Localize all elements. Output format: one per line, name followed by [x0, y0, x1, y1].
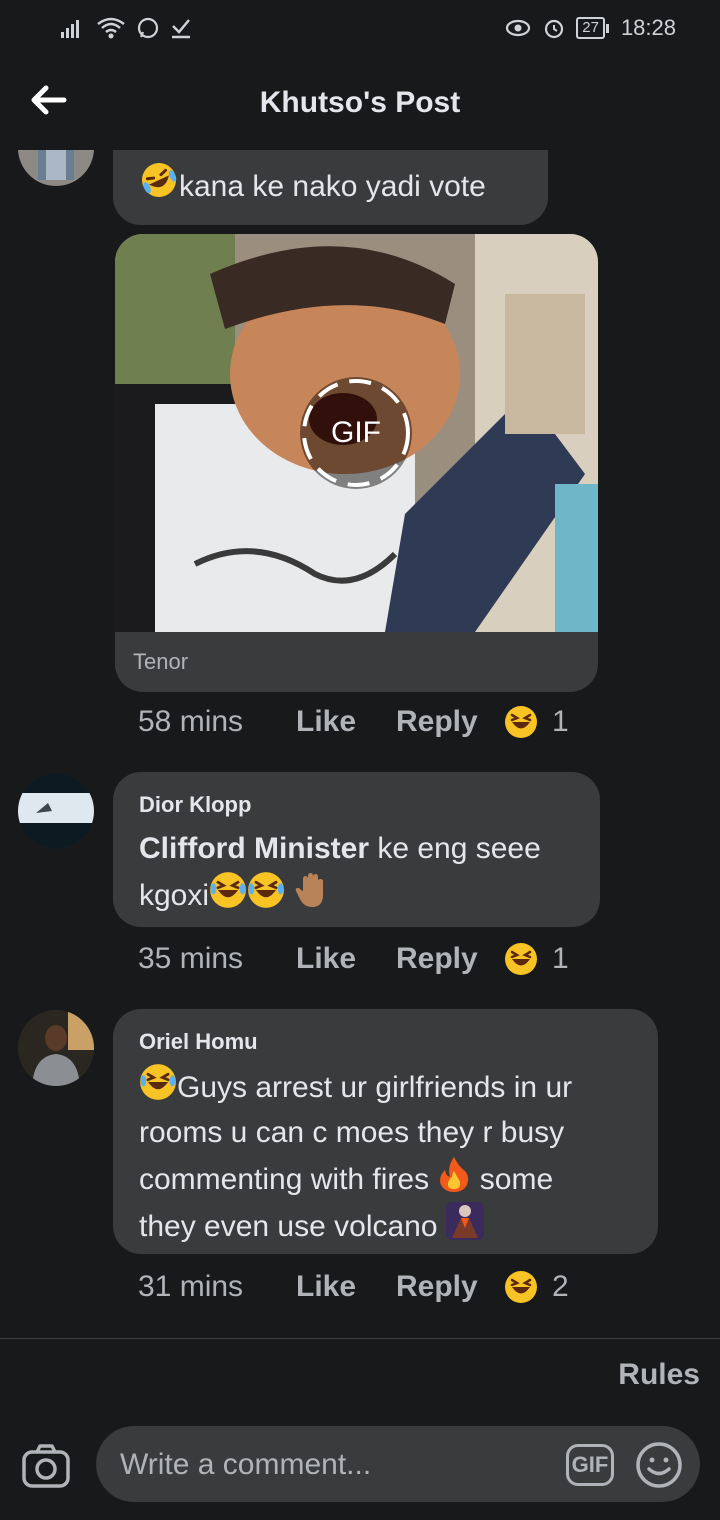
comment-author[interactable]: Dior Klopp [139, 792, 574, 818]
reaction-count: 2 [552, 1270, 569, 1303]
reaction-summary[interactable]: 1 [504, 942, 569, 976]
comment-author[interactable]: Oriel Homu [139, 1029, 632, 1055]
raised-hand-emoji-icon [296, 873, 324, 907]
volcano-emoji-icon [445, 1202, 484, 1240]
page-title: Khutso's Post [259, 86, 461, 119]
gif-play-badge[interactable]: GIF [298, 375, 414, 491]
like-button[interactable]: Like [296, 942, 396, 976]
like-button[interactable]: Like [296, 705, 396, 739]
reaction-count: 1 [552, 705, 569, 738]
avatar[interactable] [18, 150, 94, 186]
reply-button[interactable]: Reply [396, 942, 504, 976]
comment-text-part: some [471, 1163, 554, 1196]
rules-link[interactable]: Rules [618, 1358, 700, 1392]
battery-level: 27 [576, 17, 609, 39]
divider [0, 1338, 720, 1339]
comment-text-part: they even use volcano [139, 1210, 446, 1243]
laughing-emoji-icon [505, 943, 537, 975]
comment-feed[interactable]: kana ke nako yadi vote GIF Tenor 58 mins… [0, 150, 720, 1338]
comment-text-part: rooms u can c moes they r busy [139, 1116, 565, 1149]
comment-actions: 58 mins Like Reply 1 [138, 705, 569, 739]
reply-button[interactable]: Reply [396, 705, 504, 739]
comment-bubble[interactable]: kana ke nako yadi vote [113, 150, 548, 225]
avatar-photo [18, 773, 94, 849]
gif-label: GIF [331, 416, 381, 449]
avatar[interactable] [18, 773, 94, 849]
laughing-emoji-icon [210, 872, 246, 908]
comment-actions: 35 mins Like Reply 1 [138, 942, 569, 976]
comment-text: Guys arrest ur girlfriends in ur rooms u… [139, 1063, 632, 1249]
laughing-emoji-icon [140, 1064, 176, 1100]
rofl-emoji-icon [142, 163, 177, 197]
comment-bubble[interactable]: Dior Klopp Clifford Minister ke eng seee… [113, 772, 600, 927]
comment-text-body: kana ke nako yadi vote [179, 170, 486, 203]
comment-text-part: kgoxi [139, 879, 210, 912]
laughing-emoji-icon [505, 706, 537, 738]
comment-time[interactable]: 35 mins [138, 942, 296, 976]
back-arrow-icon[interactable] [26, 78, 70, 122]
comment-input[interactable] [118, 1426, 552, 1504]
fire-emoji-icon [440, 1157, 469, 1192]
status-right-icons: 27 18:28 [504, 15, 676, 41]
reaction-summary[interactable]: 1 [504, 705, 569, 739]
avatar-photo [18, 1010, 94, 1086]
comment-bubble[interactable]: Oriel Homu Guys arrest ur girlfriends in… [113, 1009, 658, 1254]
avatar-photo [18, 150, 94, 186]
camera-icon[interactable] [20, 1440, 72, 1492]
gif-source[interactable]: Tenor [115, 632, 598, 692]
status-bar: 27 18:28 [0, 0, 720, 56]
laughing-emoji-icon [248, 872, 284, 908]
comment-input-box[interactable]: GIF [96, 1426, 700, 1504]
alarm-icon [545, 19, 564, 39]
download-done-icon [172, 19, 190, 39]
top-bar: Khutso's Post [0, 56, 720, 150]
comment-time[interactable]: 31 mins [138, 1270, 296, 1304]
reaction-summary[interactable]: 2 [504, 1270, 569, 1304]
signal-icon [61, 20, 79, 38]
comment-composer: GIF [0, 1420, 720, 1520]
comment-actions: 31 mins Like Reply 2 [138, 1270, 569, 1304]
whatsapp-icon [137, 17, 159, 39]
mention-link[interactable]: Clifford Minister [139, 832, 369, 865]
like-button[interactable]: Like [296, 1270, 396, 1304]
comment-text-part: Guys arrest ur girlfriends in ur [177, 1071, 573, 1104]
reaction-count: 1 [552, 942, 569, 975]
avatar[interactable] [18, 1010, 94, 1086]
comment-text: kana ke nako yadi vote [139, 160, 522, 209]
comment-text: Clifford Minister ke eng seee kgoxi [139, 826, 574, 918]
gif-picker-button[interactable]: GIF [566, 1444, 614, 1486]
eye-icon [506, 19, 531, 37]
gif-attachment[interactable]: GIF Tenor [115, 234, 598, 692]
laughing-emoji-icon [505, 1271, 537, 1303]
wifi-icon [97, 17, 125, 39]
clock: 18:28 [620, 15, 676, 40]
reply-button[interactable]: Reply [396, 1270, 504, 1304]
comment-text-part: commenting with fires [139, 1163, 438, 1196]
smiley-icon[interactable] [634, 1440, 684, 1490]
comment-time[interactable]: 58 mins [138, 705, 296, 739]
comment-text-part: ke eng seee [369, 832, 541, 865]
status-left-icons [60, 16, 192, 40]
